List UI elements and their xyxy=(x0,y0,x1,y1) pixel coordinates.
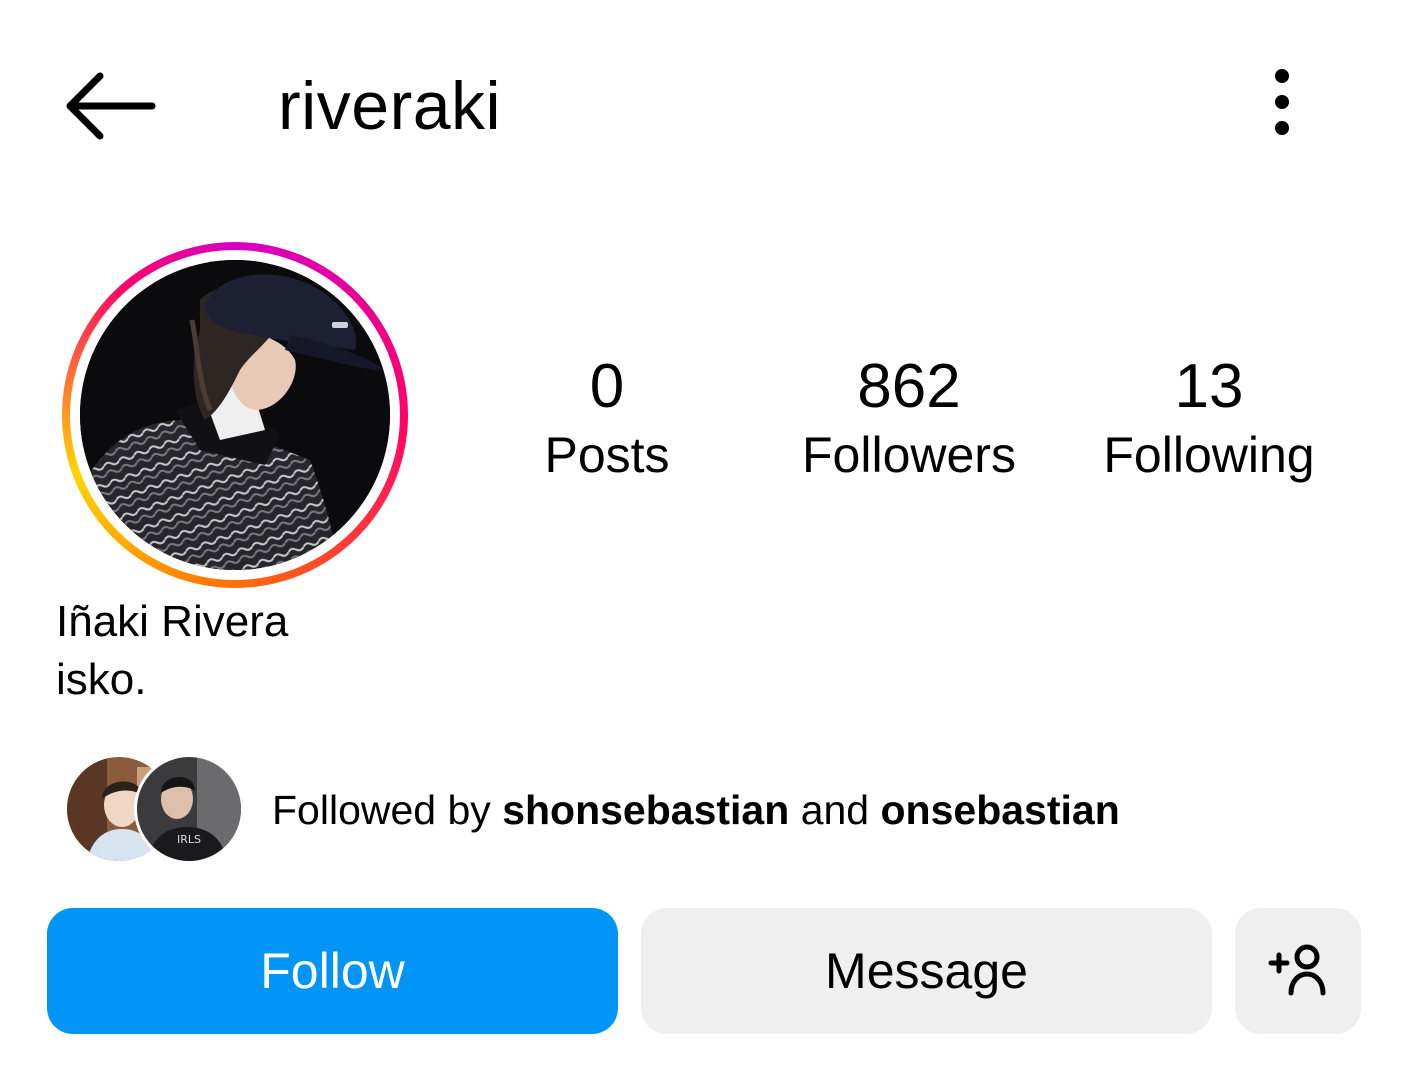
followed-by-conjunction: and xyxy=(800,787,870,833)
message-button[interactable]: Message xyxy=(641,908,1212,1034)
mutual-follower-avatar: IRLS xyxy=(134,754,244,864)
following-count-value: 13 xyxy=(1174,352,1244,421)
message-button-label: Message xyxy=(825,943,1028,999)
mutual-follower-username: shonsebastian xyxy=(502,787,790,833)
more-vertical-icon xyxy=(1275,69,1289,135)
arrow-left-icon xyxy=(66,72,156,140)
mutual-follower-photo: IRLS xyxy=(137,757,241,861)
profile-bio: isko. xyxy=(56,655,147,704)
following-count[interactable]: 13 Following xyxy=(1078,352,1340,488)
profile-full-name: Iñaki Rivera xyxy=(56,597,289,646)
posts-count-value: 0 xyxy=(589,352,625,421)
following-count-label: Following xyxy=(1103,427,1315,483)
more-options-button[interactable] xyxy=(1252,66,1312,142)
profile-avatar xyxy=(80,260,390,570)
followed-by-text[interactable]: Followed by shonsebastian and onsebastia… xyxy=(272,784,1120,836)
followed-by-prefix: Followed by xyxy=(272,787,491,833)
posts-count[interactable]: 0 Posts xyxy=(522,352,692,488)
profile-avatar-story-ring[interactable] xyxy=(62,242,408,588)
followers-count-label: Followers xyxy=(802,427,1016,483)
mutual-followers-avatars[interactable]: IRLS xyxy=(64,754,244,864)
mutual-follower-username: onsebastian xyxy=(880,787,1120,833)
follow-button-label: Follow xyxy=(260,943,405,999)
follow-button[interactable]: Follow xyxy=(47,908,618,1034)
profile-username: riveraki xyxy=(278,68,502,144)
followers-count-value: 862 xyxy=(857,352,961,421)
posts-count-label: Posts xyxy=(544,427,670,483)
suggested-accounts-button[interactable] xyxy=(1235,908,1361,1034)
back-button[interactable] xyxy=(58,66,160,146)
followers-count[interactable]: 862 Followers xyxy=(772,352,1046,488)
profile-photo xyxy=(80,260,390,570)
add-person-icon xyxy=(1268,944,1326,996)
svg-text:IRLS: IRLS xyxy=(177,833,201,846)
